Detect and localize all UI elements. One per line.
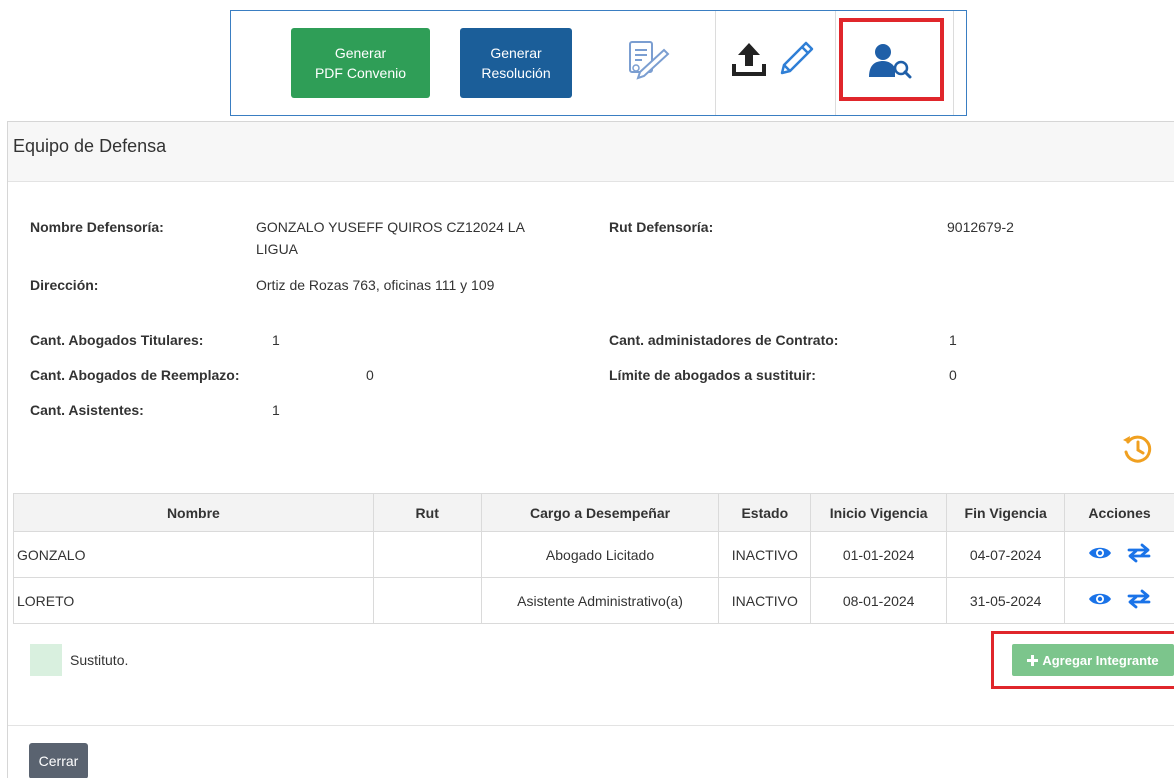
limite-abogados-value: 0	[949, 367, 957, 383]
cell-estado: INACTIVO	[718, 577, 812, 624]
cell-nombre: GONZALO	[13, 531, 374, 578]
table-row: LORETO Asistente Administrativo(a) INACT…	[13, 577, 1174, 624]
abogados-titulares-label: Cant. Abogados Titulares:	[30, 332, 204, 348]
asistentes-value: 1	[272, 402, 280, 418]
administradores-label: Cant. administadores de Contrato:	[609, 332, 839, 348]
table-header-row: Nombre Rut Cargo a Desempeñar Estado Ini…	[13, 493, 1174, 532]
cell-acciones	[1064, 531, 1174, 578]
swap-icon[interactable]	[1126, 543, 1152, 566]
cell-inicio: 08-01-2024	[810, 577, 948, 624]
generate-pdf-line1: Generar	[334, 45, 387, 61]
cell-cargo: Asistente Administrativo(a)	[480, 577, 720, 624]
column-header-inicio[interactable]: Inicio Vigencia	[810, 493, 948, 532]
generate-pdf-line2: PDF Convenio	[314, 65, 407, 81]
cell-acciones	[1064, 577, 1174, 624]
toolbar-separator	[715, 11, 716, 115]
asistentes-label: Cant. Asistentes:	[30, 402, 144, 418]
administradores-value: 1	[949, 332, 957, 348]
toolbar-separator	[953, 11, 954, 115]
cell-rut	[372, 577, 482, 624]
toolbar-separator	[835, 11, 836, 115]
direccion-label: Dirección:	[30, 277, 99, 293]
column-header-estado[interactable]: Estado	[718, 493, 812, 532]
team-members-table: Nombre Rut Cargo a Desempeñar Estado Ini…	[13, 493, 1174, 624]
column-header-cargo[interactable]: Cargo a Desempeñar	[480, 493, 720, 532]
cell-estado: INACTIVO	[718, 531, 812, 578]
defense-team-panel: Equipo de Defensa Nombre Defensoría: GON…	[7, 121, 1174, 778]
abogados-reemplazo-label: Cant. Abogados de Reemplazo:	[30, 367, 240, 383]
pencil-icon[interactable]	[776, 37, 818, 82]
rut-defensoria-label: Rut Defensoría:	[609, 219, 714, 235]
panel-title: Equipo de Defensa	[8, 122, 1174, 182]
abogados-reemplazo-value: 0	[366, 367, 374, 383]
table-row: GONZALO Abogado Licitado INACTIVO 01-01-…	[13, 531, 1174, 578]
cell-cargo: Abogado Licitado	[480, 531, 720, 578]
column-header-nombre[interactable]: Nombre	[13, 493, 374, 532]
view-icon[interactable]	[1088, 591, 1112, 610]
edit-document-icon[interactable]	[626, 40, 670, 85]
column-header-fin[interactable]: Fin Vigencia	[946, 493, 1066, 532]
nombre-defensoria-label: Nombre Defensoría:	[30, 219, 164, 235]
nombre-defensoria-value-line1: GONZALO YUSEFF QUIROS CZ12024 LA	[256, 219, 525, 235]
substitute-legend-swatch	[30, 644, 62, 676]
document-toolbar: Generar PDF Convenio Generar Resolución	[230, 10, 967, 116]
highlight-box	[839, 18, 944, 101]
upload-icon[interactable]	[731, 40, 767, 81]
history-icon[interactable]	[1120, 432, 1154, 469]
highlight-box	[991, 631, 1174, 689]
direccion-value: Ortiz de Rozas 763, oficinas 111 y 109	[256, 277, 495, 293]
limite-abogados-label: Límite de abogados a sustituir:	[609, 367, 816, 383]
close-button[interactable]: Cerrar	[29, 743, 88, 778]
abogados-titulares-value: 1	[272, 332, 280, 348]
cell-nombre: LORETO	[13, 577, 374, 624]
rut-defensoria-value: 9012679-2	[947, 219, 1014, 235]
cell-rut	[372, 531, 482, 578]
cell-fin: 04-07-2024	[946, 531, 1066, 578]
nombre-defensoria-value-line2: LIGUA	[256, 241, 299, 257]
column-header-acciones: Acciones	[1064, 493, 1174, 532]
generate-resolution-button[interactable]: Generar Resolución	[460, 28, 572, 98]
substitute-legend-label: Sustituto.	[70, 652, 129, 668]
swap-icon[interactable]	[1126, 589, 1152, 612]
footer-divider	[8, 725, 1174, 726]
column-header-rut[interactable]: Rut	[372, 493, 482, 532]
generate-pdf-convenio-button[interactable]: Generar PDF Convenio	[291, 28, 430, 98]
cell-fin: 31-05-2024	[946, 577, 1066, 624]
generate-resolution-line1: Generar	[490, 45, 542, 61]
generate-resolution-line2: Resolución	[481, 65, 551, 81]
cell-inicio: 01-01-2024	[810, 531, 948, 578]
view-icon[interactable]	[1088, 545, 1112, 564]
